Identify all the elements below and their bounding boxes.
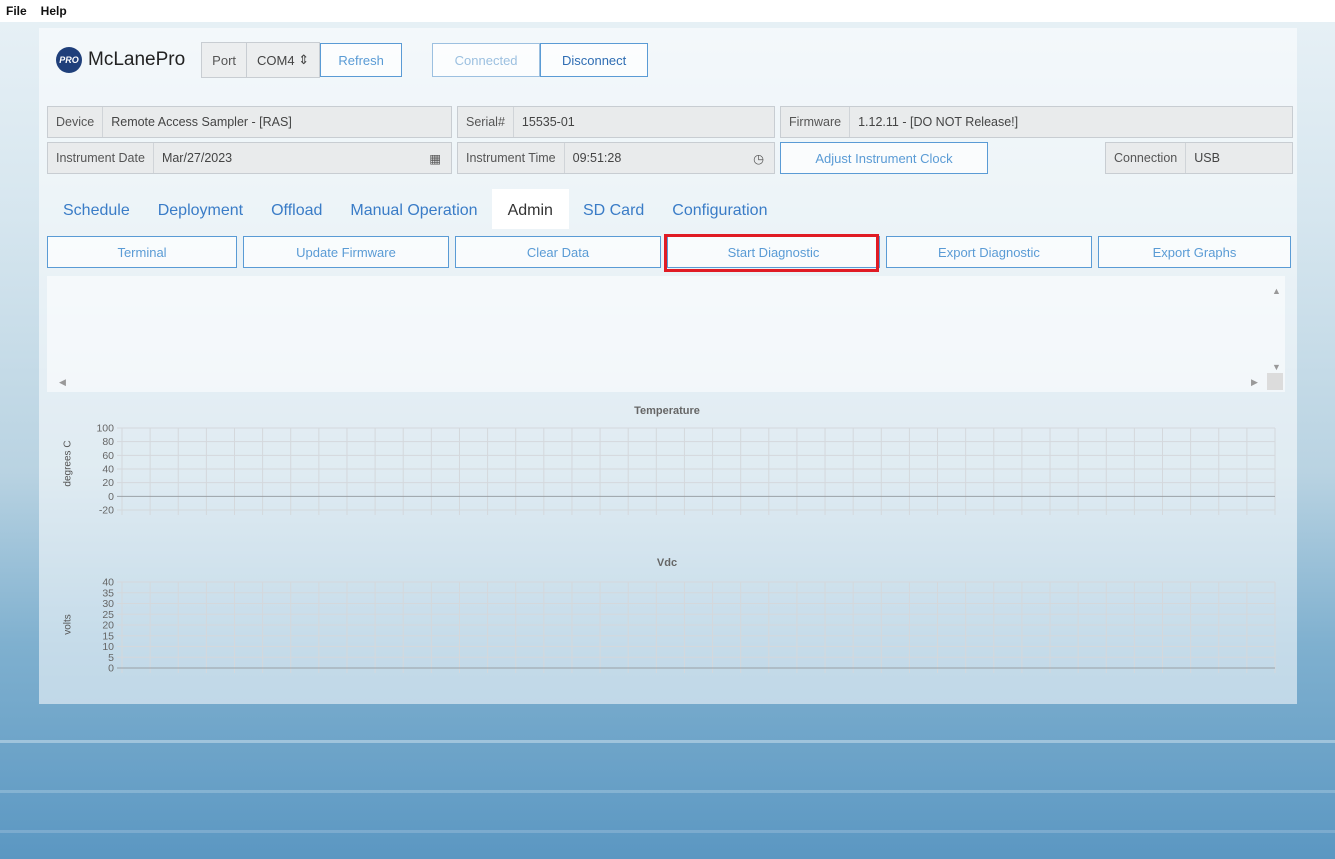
tab-offload[interactable]: Offload — [257, 189, 336, 229]
disconnect-button[interactable]: Disconnect — [540, 43, 649, 77]
start-diagnostic-highlight — [664, 234, 879, 272]
device-label: Device — [48, 107, 104, 137]
temperature-ylabel: degrees C — [62, 440, 74, 487]
temperature-chart-title: Temperature — [634, 405, 700, 417]
date-value: Mar/27/2023 — [161, 151, 233, 165]
serial-value: 15535-01 — [521, 115, 575, 129]
firmware-value: 1.12.11 - [DO NOT Release!] — [858, 115, 1019, 129]
y-tick-label: 80 — [102, 436, 114, 448]
refresh-button[interactable]: Refresh — [320, 43, 403, 77]
temperature-chart: 10080 60 4020 0 -20 — [96, 423, 1276, 517]
terminal-button[interactable]: Terminal — [47, 236, 237, 268]
tab-sd-card[interactable]: SD Card — [569, 189, 658, 229]
date-label: Instrument Date — [48, 143, 154, 173]
y-tick-label: 40 — [102, 464, 114, 476]
calendar-icon[interactable]: ▦ — [419, 151, 451, 166]
menu-bar: File Help — [0, 0, 1335, 22]
time-label: Instrument Time — [458, 143, 565, 173]
tab-manual-operation[interactable]: Manual Operation — [336, 189, 491, 229]
tab-configuration[interactable]: Configuration — [658, 189, 781, 229]
scroll-up-icon[interactable]: ▲ — [1272, 286, 1281, 296]
sort-icon: ⇕ — [298, 52, 310, 67]
mclane-logo-icon: PRO — [56, 47, 82, 73]
y-tick-label: 60 — [102, 450, 114, 462]
scroll-down-icon[interactable]: ▼ — [1272, 362, 1281, 372]
connection-label: Connection — [1106, 143, 1187, 173]
update-firmware-button[interactable]: Update Firmware — [243, 236, 449, 268]
adjust-clock-button[interactable]: Adjust Instrument Clock — [780, 142, 988, 174]
serial-field: Serial# 15535-01 — [457, 106, 775, 138]
menu-help[interactable]: Help — [35, 4, 75, 18]
device-value: Remote Access Sampler - [RAS] — [111, 115, 292, 129]
instrument-date-field[interactable]: Instrument Date Mar/27/2023 ▦ — [47, 142, 452, 174]
y-tick-label: 0 — [108, 491, 114, 503]
firmware-field: Firmware 1.12.11 - [DO NOT Release!] — [780, 106, 1293, 138]
port-label: Port — [202, 43, 248, 77]
port-value: COM4 — [257, 52, 295, 68]
clear-data-button[interactable]: Clear Data — [455, 236, 661, 268]
scroll-right-icon[interactable]: ▶ — [1251, 377, 1258, 388]
scrollbar-corner — [1267, 373, 1283, 390]
brand-name: McLanePro — [88, 49, 186, 70]
vdc-chart-title: Vdc — [656, 557, 678, 569]
time-value: 09:51:28 — [572, 151, 622, 165]
port-select[interactable]: COM4 ⇕ — [247, 43, 320, 77]
clock-icon[interactable]: ◷ — [743, 151, 774, 166]
info-row-1: Device Remote Access Sampler - [RAS] Ser… — [47, 106, 1293, 138]
firmware-label: Firmware — [781, 107, 851, 137]
port-group: Port COM4 ⇕ — [201, 42, 321, 78]
instrument-time-field[interactable]: Instrument Time 09:51:28 ◷ — [457, 142, 775, 174]
serial-label: Serial# — [458, 107, 514, 137]
tab-schedule[interactable]: Schedule — [49, 189, 144, 229]
device-field: Device Remote Access Sampler - [RAS] — [47, 106, 452, 138]
y-tick-label: -20 — [99, 505, 114, 517]
tab-admin[interactable]: Admin — [491, 189, 569, 229]
y-tick-label: 0 — [108, 663, 114, 675]
tab-bar: Schedule Deployment Offload Manual Opera… — [49, 189, 781, 229]
export-diagnostic-button[interactable]: Export Diagnostic — [886, 236, 1092, 268]
vdc-chart: 4035302520151050 — [102, 577, 1276, 675]
vdc-ylabel: volts — [62, 614, 74, 635]
app-header: PRO McLanePro Port COM4 ⇕ Refresh Connec… — [56, 42, 649, 78]
y-tick-label: 100 — [96, 423, 114, 435]
export-graphs-button[interactable]: Export Graphs — [1098, 236, 1291, 268]
menu-file[interactable]: File — [0, 4, 35, 18]
scroll-left-icon[interactable]: ◀ — [59, 377, 66, 388]
terminal-output[interactable]: ▲ ▼ ◀ ▶ — [47, 276, 1285, 392]
connection-value: USB — [1194, 151, 1220, 165]
tab-deployment[interactable]: Deployment — [144, 189, 257, 229]
y-tick-label: 20 — [102, 477, 114, 489]
connected-button[interactable]: Connected — [432, 43, 541, 77]
info-row-2: Instrument Date Mar/27/2023 ▦ Instrument… — [47, 142, 1293, 174]
connection-field: Connection USB — [1105, 142, 1293, 174]
